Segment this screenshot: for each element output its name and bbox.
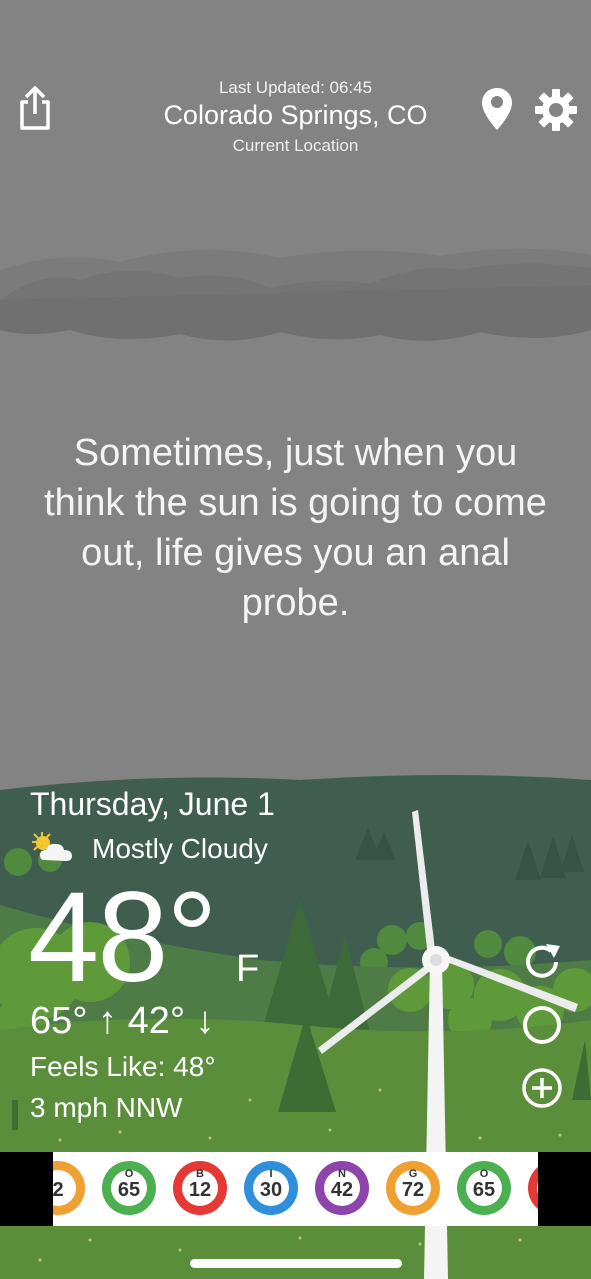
gear-icon	[535, 89, 577, 131]
bingo-ball: O 65	[102, 1161, 156, 1215]
bingo-ball-number: 1	[528, 1179, 538, 1202]
bingo-ball: B 12	[173, 1161, 227, 1215]
add-circle-icon	[522, 1068, 562, 1108]
theme-button[interactable]	[520, 1003, 564, 1047]
current-location-label: Current Location	[232, 136, 359, 155]
add-location-button[interactable]	[520, 1066, 564, 1110]
temperature-unit[interactable]: F	[236, 948, 259, 991]
location-pin-icon	[482, 88, 512, 130]
high-low-temperature: 65° ↑ 42° ↓	[30, 1000, 215, 1042]
feels-like-label: Feels Like: 48°	[30, 1051, 216, 1082]
moon-phase-icon	[523, 1006, 561, 1044]
wind-label: 3 mph NNW	[30, 1092, 183, 1123]
bingo-ball-number: 65	[117, 1179, 141, 1201]
partly-cloudy-icon	[30, 830, 76, 866]
bingo-ball: 1	[528, 1161, 538, 1215]
bingo-ball-number: 2	[53, 1179, 64, 1201]
ad-banner[interactable]: 2 O65 B12 I30 N42 G72 O65 1	[0, 1152, 591, 1226]
weather-scene-background	[0, 0, 591, 1279]
weather-quote: Sometimes, just when you think the sun i…	[44, 432, 547, 624]
refresh-button[interactable]	[520, 940, 564, 984]
bingo-ball-number: 65	[472, 1179, 496, 1201]
date-label: Thursday, June 1	[30, 786, 275, 822]
settings-button[interactable]	[534, 88, 578, 132]
bingo-ball-number: 72	[401, 1179, 425, 1201]
ad-banner-content[interactable]: 2 O65 B12 I30 N42 G72 O65 1	[53, 1152, 538, 1226]
bingo-ball: I 30	[244, 1161, 298, 1215]
home-indicator[interactable]	[190, 1259, 402, 1268]
temperature-value: 48°	[28, 866, 218, 1009]
bingo-ball: 2	[53, 1161, 85, 1215]
location-button[interactable]	[480, 86, 514, 132]
bingo-ball-number: 42	[330, 1179, 354, 1201]
bingo-ball: O 65	[457, 1161, 511, 1215]
bingo-ball-number: 12	[188, 1179, 212, 1201]
bingo-ball-number: 30	[259, 1179, 283, 1201]
condition-label: Mostly Cloudy	[92, 833, 268, 864]
bingo-ball: N 42	[315, 1161, 369, 1215]
bingo-ball: G 72	[386, 1161, 440, 1215]
refresh-icon	[526, 944, 560, 978]
